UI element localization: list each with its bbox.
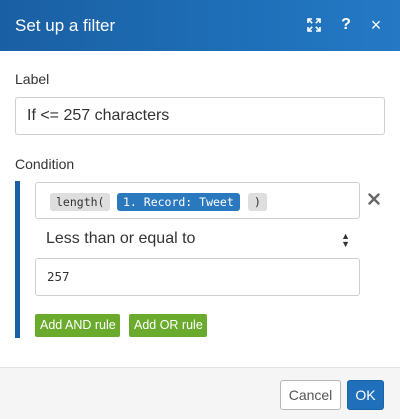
filter-dialog: Set up a filter ? × Label If <= 257 char… [0, 0, 400, 419]
dialog-header: Set up a filter ? × [0, 0, 400, 51]
expand-icon[interactable] [303, 14, 325, 36]
remove-condition-icon[interactable] [366, 193, 382, 209]
help-icon[interactable]: ? [335, 14, 357, 36]
ok-button[interactable]: OK [347, 380, 384, 410]
label-field-label: Label [15, 71, 50, 87]
add-or-rule-button[interactable]: Add OR rule [129, 314, 207, 337]
condition-group-bar [15, 181, 20, 338]
function-open-pill[interactable]: length( [50, 193, 111, 211]
operator-select[interactable]: Less than or equal to ▲ ▼ [35, 228, 360, 252]
label-input[interactable]: If <= 257 characters [15, 97, 385, 135]
select-caret-icon: ▲ ▼ [341, 231, 350, 249]
close-icon[interactable]: × [365, 14, 387, 36]
condition-field-label: Condition [15, 156, 75, 172]
condition-value-input[interactable]: 257 [35, 258, 360, 296]
dialog-footer: Cancel OK [0, 367, 400, 419]
function-close-pill[interactable]: ) [248, 193, 267, 211]
add-and-rule-button[interactable]: Add AND rule [35, 314, 120, 337]
variable-pill[interactable]: 1. Record: Tweet [117, 193, 240, 211]
dialog-title: Set up a filter [15, 16, 116, 35]
condition-expression-input[interactable]: length( 1. Record: Tweet ) [35, 182, 360, 219]
cancel-button[interactable]: Cancel [280, 380, 341, 410]
operator-value: Less than or equal to [46, 230, 196, 247]
